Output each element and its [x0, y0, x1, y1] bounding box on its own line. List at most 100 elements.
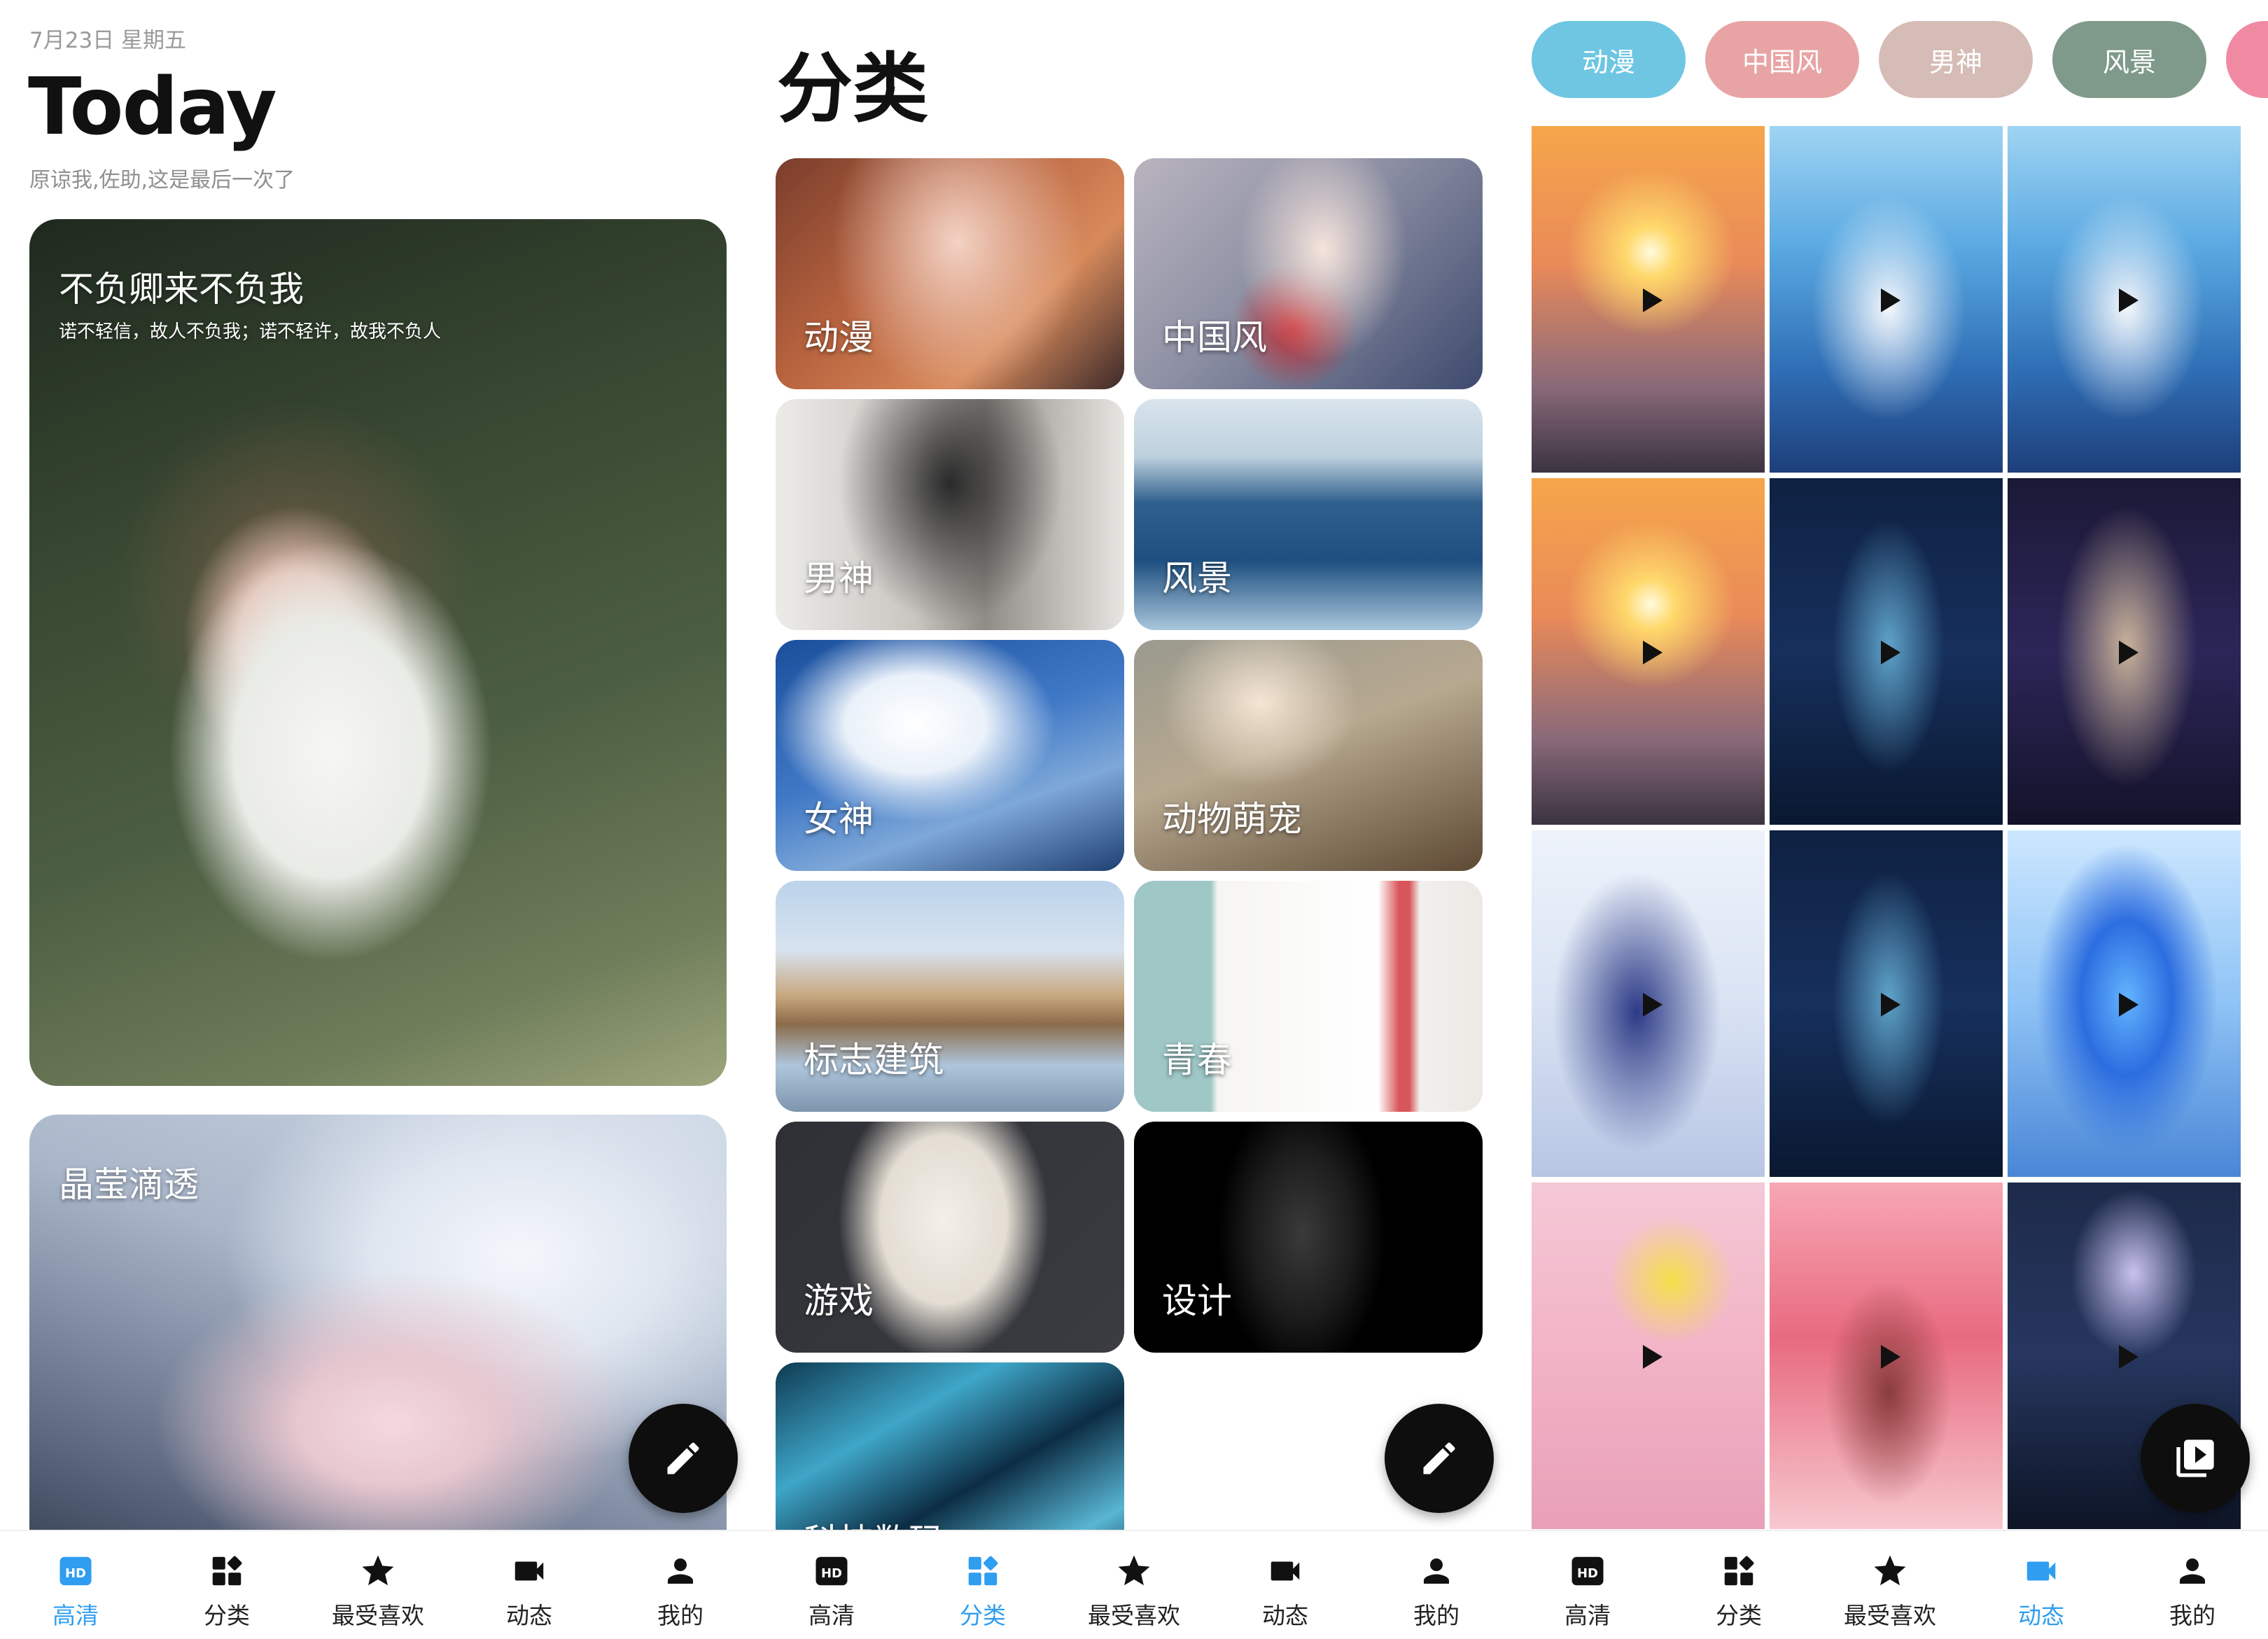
play-icon [1642, 640, 1662, 664]
nav-profile[interactable]: 我的 [2117, 1552, 2268, 1629]
dynamic-feed[interactable]: 动漫 中国风 男神 风景 [1512, 0, 2268, 1530]
person-icon [2174, 1552, 2211, 1590]
category-tile-design[interactable]: 设计 [1134, 1122, 1483, 1353]
category-label: 男神 [804, 558, 874, 599]
nav-label: 高清 [52, 1602, 99, 1629]
bottom-navigation: HD 高清 分类 最受喜欢 动态 我的 [0, 1530, 756, 1639]
play-icon [2118, 640, 2138, 664]
video-thumbnail[interactable] [1532, 830, 1765, 1177]
category-tile-games[interactable]: 游戏 [776, 1122, 1124, 1353]
person-icon [662, 1552, 699, 1590]
featured-card[interactable]: 晶莹滴透 [29, 1115, 727, 1530]
nav-favorites[interactable]: 最受喜欢 [302, 1552, 454, 1629]
nav-favorites[interactable]: 最受喜欢 [1814, 1552, 1966, 1629]
video-thumbnail[interactable] [1532, 478, 1765, 825]
nav-label: 高清 [808, 1602, 855, 1629]
hd-icon: HD [1569, 1552, 1606, 1590]
play-icon [1880, 992, 1900, 1017]
nav-label: 分类 [204, 1602, 250, 1629]
nav-label: 分类 [960, 1602, 1006, 1629]
nav-label: 我的 [2169, 1602, 2216, 1629]
featured-card-desc: 诺不轻信，故人不负我；诺不轻许，故我不负人 [59, 321, 442, 342]
video-thumbnail[interactable] [1770, 126, 2003, 473]
play-icon [1642, 992, 1662, 1017]
video-thumbnail[interactable] [1532, 126, 1765, 473]
video-thumbnail[interactable] [1532, 1183, 1765, 1529]
nav-label: 动态 [506, 1602, 552, 1629]
today-feed[interactable]: 7月23日 星期五 Today 原谅我,佐助,这是最后一次了 不负卿来不负我 诺… [0, 0, 756, 1530]
person-icon [1418, 1552, 1455, 1590]
play-icon [2118, 992, 2138, 1017]
videocam-icon [2022, 1552, 2060, 1590]
category-tile-female[interactable]: 女神 [776, 640, 1124, 871]
category-tile-scenery[interactable]: 风景 [1134, 399, 1483, 630]
nav-label: 动态 [1262, 1602, 1308, 1629]
video-thumbnail[interactable] [2008, 478, 2241, 825]
play-icon [1642, 288, 1662, 312]
chip-male[interactable]: 男神 [1879, 21, 2033, 98]
edit-fab-button[interactable] [1385, 1404, 1494, 1513]
svg-text:HD: HD [821, 1566, 842, 1581]
page-title: 分类 [777, 46, 929, 133]
nav-dynamic[interactable]: 动态 [454, 1552, 605, 1629]
category-tile-tech[interactable]: 科技数码 [776, 1362, 1124, 1530]
dynamic-panel: 动漫 中国风 男神 风景 HD 高清 分类 最受喜欢 动态 我的 [1512, 0, 2268, 1639]
video-library-fab-button[interactable] [2141, 1404, 2250, 1513]
video-thumbnail[interactable] [1770, 1183, 2003, 1529]
nav-label: 最受喜欢 [1088, 1602, 1180, 1629]
categories-grid[interactable]: 分类 动漫 中国风 男神 风景 女神 动物萌宠 标志建筑 青春 游戏 设计 [756, 0, 1512, 1530]
video-thumbnail[interactable] [2008, 126, 2241, 473]
svg-text:HD: HD [65, 1566, 86, 1581]
star-icon [1115, 1552, 1153, 1590]
category-tile-male[interactable]: 男神 [776, 399, 1124, 630]
category-label: 风景 [1162, 558, 1232, 599]
chip-scenery[interactable]: 风景 [2052, 21, 2206, 98]
nav-hd[interactable]: HD 高清 [1512, 1552, 1663, 1629]
star-icon [359, 1552, 397, 1590]
nav-categories[interactable]: 分类 [151, 1552, 302, 1629]
category-icon [964, 1552, 1002, 1590]
categories-panel: 分类 动漫 中国风 男神 风景 女神 动物萌宠 标志建筑 青春 游戏 设计 HD… [756, 0, 1512, 1639]
nav-label: 高清 [1564, 1602, 1611, 1629]
star-icon [1871, 1552, 1909, 1590]
featured-card-title: 晶莹滴透 [59, 1164, 199, 1205]
nav-categories[interactable]: 分类 [1663, 1552, 1814, 1629]
nav-dynamic[interactable]: 动态 [1210, 1552, 1361, 1629]
category-icon [1720, 1552, 1758, 1590]
category-label: 女神 [804, 799, 874, 839]
nav-categories[interactable]: 分类 [907, 1552, 1058, 1629]
bottom-navigation: HD 高清 分类 最受喜欢 动态 我的 [1512, 1530, 2268, 1639]
category-tile-landmarks[interactable]: 标志建筑 [776, 881, 1124, 1112]
category-tile-anime[interactable]: 动漫 [776, 158, 1124, 389]
edit-fab-button[interactable] [629, 1404, 738, 1513]
chip-anime[interactable]: 动漫 [1532, 21, 1686, 98]
today-panel: 7月23日 星期五 Today 原谅我,佐助,这是最后一次了 不负卿来不负我 诺… [0, 0, 756, 1639]
category-label: 中国风 [1162, 317, 1267, 358]
chip-chinese-style[interactable]: 中国风 [1705, 21, 1859, 98]
video-thumbnail[interactable] [1770, 478, 2003, 825]
nav-dynamic[interactable]: 动态 [1966, 1552, 2117, 1629]
category-label: 动物萌宠 [1162, 799, 1302, 839]
nav-label: 分类 [1716, 1602, 1762, 1629]
video-thumbnail[interactable] [2008, 830, 2241, 1177]
videocam-icon [510, 1552, 548, 1590]
chip-more[interactable] [2226, 21, 2268, 98]
category-label: 科技数码 [804, 1514, 944, 1530]
category-tile-chinese-style[interactable]: 中国风 [1134, 158, 1483, 389]
page-title: Today [28, 62, 277, 153]
nav-hd[interactable]: HD 高清 [756, 1552, 907, 1629]
category-label: 标志建筑 [804, 1040, 944, 1080]
play-icon [1642, 1344, 1662, 1369]
category-label: 青春 [1162, 1040, 1232, 1080]
nav-profile[interactable]: 我的 [605, 1552, 756, 1629]
category-tile-youth[interactable]: 青春 [1134, 881, 1483, 1112]
svg-text:HD: HD [1577, 1566, 1598, 1581]
category-label: 动漫 [804, 317, 874, 358]
video-thumbnail[interactable] [1770, 830, 2003, 1177]
featured-card[interactable]: 不负卿来不负我 诺不轻信，故人不负我；诺不轻许，故我不负人 [29, 219, 727, 1086]
nav-favorites[interactable]: 最受喜欢 [1058, 1552, 1210, 1629]
nav-hd[interactable]: HD 高清 [0, 1552, 151, 1629]
category-tile-pets[interactable]: 动物萌宠 [1134, 640, 1483, 871]
nav-profile[interactable]: 我的 [1361, 1552, 1512, 1629]
play-icon [1880, 288, 1900, 312]
